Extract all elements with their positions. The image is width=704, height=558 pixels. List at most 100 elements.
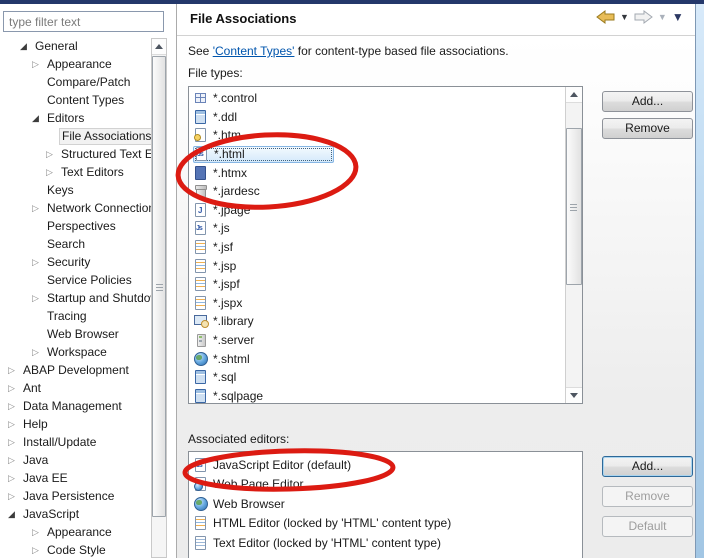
file-type-row-html[interactable]: *.html [191, 145, 565, 164]
sidebar-item-label: Tracing [45, 309, 89, 323]
file-types-scrollbar-thumb[interactable] [566, 128, 582, 285]
sidebar-item-structured-text-editors[interactable]: ▷Structured Text Editors [0, 145, 151, 163]
sidebar-item-editors[interactable]: ◢Editors [0, 109, 151, 127]
file-types-add-button[interactable]: Add... [602, 91, 693, 112]
editor-row-html-editor-locked-by-html-content-type[interactable]: HTML Editor (locked by 'HTML' content ty… [191, 514, 581, 534]
sidebar-item-network-connections[interactable]: ▷Network Connections [0, 199, 151, 217]
file-type-row-ddl[interactable]: *.ddl [191, 108, 565, 127]
forward-menu-icon[interactable]: ▼ [658, 12, 667, 22]
tree-scrollbar-thumb[interactable] [152, 56, 166, 517]
file-type-label: *.sql [213, 370, 236, 384]
forward-arrow-icon[interactable] [634, 10, 653, 24]
sidebar-item-install-update[interactable]: ▷Install/Update [0, 433, 151, 451]
sidebar-item-text-editors[interactable]: ▷Text Editors [0, 163, 151, 181]
sidebar-item-general[interactable]: ◢General [0, 37, 151, 55]
editors-add-button[interactable]: Add... [602, 456, 693, 477]
file-type-row-shtml[interactable]: *.shtml [191, 349, 565, 368]
file-types-scrollbar[interactable] [565, 87, 582, 403]
file-type-row-sql[interactable]: *.sql [191, 368, 565, 387]
expand-icon[interactable]: ▷ [8, 379, 21, 397]
sidebar-item-label: Startup and Shutdown [45, 291, 151, 305]
expand-icon[interactable]: ▷ [8, 361, 21, 379]
selected-file-type[interactable]: *.html [193, 146, 334, 163]
editor-row-javascript-editor-default[interactable]: JavaScript Editor (default) [191, 455, 581, 475]
expand-icon[interactable]: ▷ [8, 397, 21, 415]
editor-row-web-browser[interactable]: Web Browser [191, 494, 581, 514]
scroll-up-icon[interactable] [152, 39, 166, 55]
sidebar-item-java-persistence[interactable]: ▷Java Persistence [0, 487, 151, 505]
expand-icon[interactable]: ▷ [8, 433, 21, 451]
sidebar-item-tracing[interactable]: Tracing [0, 307, 151, 325]
expand-icon[interactable]: ▷ [8, 415, 21, 433]
content-types-link[interactable]: 'Content Types' [213, 44, 295, 58]
expand-icon[interactable]: ▷ [8, 469, 21, 487]
expand-icon[interactable]: ▷ [32, 253, 45, 271]
expand-icon[interactable]: ▷ [46, 163, 59, 181]
sidebar-item-java[interactable]: ▷Java [0, 451, 151, 469]
sidebar-item-abap-development[interactable]: ▷ABAP Development [0, 361, 151, 379]
expand-icon[interactable]: ▷ [32, 523, 45, 541]
sidebar-item-help[interactable]: ▷Help [0, 415, 151, 433]
file-type-row-jsf[interactable]: *.jsf [191, 238, 565, 257]
sidebar-item-label: Java [21, 453, 50, 467]
expand-icon[interactable]: ▷ [32, 55, 45, 73]
expand-icon[interactable]: ▷ [32, 289, 45, 307]
file-type-row-library[interactable]: *.library [191, 312, 565, 331]
sidebar-item-data-management[interactable]: ▷Data Management [0, 397, 151, 415]
sidebar-item-search[interactable]: Search [0, 235, 151, 253]
expand-icon[interactable]: ▷ [32, 343, 45, 361]
scroll-up-icon[interactable] [566, 87, 582, 103]
sidebar-item-perspectives[interactable]: Perspectives [0, 217, 151, 235]
expand-icon[interactable]: ▷ [46, 145, 59, 163]
tree-scrollbar[interactable] [151, 38, 167, 558]
scroll-down-icon[interactable] [566, 387, 582, 403]
sidebar-item-javascript[interactable]: ◢JavaScript [0, 505, 151, 523]
sidebar-item-security[interactable]: ▷Security [0, 253, 151, 271]
sidebar-item-appearance[interactable]: ▷Appearance [0, 55, 151, 73]
back-arrow-icon[interactable] [596, 10, 615, 24]
filter-input[interactable] [3, 11, 164, 32]
sidebar-item-appearance[interactable]: ▷Appearance [0, 523, 151, 541]
sidebar-item-content-types[interactable]: Content Types [0, 91, 151, 109]
editor-row-web-page-editor[interactable]: Web Page Editor [191, 475, 581, 495]
file-type-row-js[interactable]: *.js [191, 219, 565, 238]
sidebar-item-keys[interactable]: Keys [0, 181, 151, 199]
editor-label: Web Page Editor [213, 477, 304, 491]
sidebar-item-compare-patch[interactable]: Compare/Patch [0, 73, 151, 91]
editor-row-text-editor-locked-by-html-content-type[interactable]: Text Editor (locked by 'HTML' content ty… [191, 533, 581, 553]
collapse-icon[interactable]: ◢ [32, 109, 45, 127]
file-type-row-jsp[interactable]: *.jsp [191, 256, 565, 275]
file-type-label: *.library [213, 314, 254, 328]
expand-icon[interactable]: ▷ [8, 487, 21, 505]
file-type-row-htmx[interactable]: *.htmx [191, 163, 565, 182]
file-type-row-control[interactable]: *.control [191, 89, 565, 108]
js-icon [193, 457, 209, 473]
back-menu-icon[interactable]: ▼ [620, 12, 629, 22]
file-type-row-server[interactable]: *.server [191, 331, 565, 350]
sidebar-item-label: General [33, 39, 80, 53]
file-type-row-jpage[interactable]: *.jpage [191, 201, 565, 220]
sidebar-item-startup-and-shutdown[interactable]: ▷Startup and Shutdown [0, 289, 151, 307]
expand-icon[interactable]: ▷ [8, 451, 21, 469]
sidebar-item-label: Code Style [45, 543, 108, 557]
collapse-icon[interactable]: ◢ [20, 37, 33, 55]
file-type-row-sqlpage[interactable]: *.sqlpage [191, 387, 565, 404]
sidebar-item-code-style[interactable]: ▷Code Style [0, 541, 151, 558]
file-type-row-jspx[interactable]: *.jspx [191, 294, 565, 313]
sidebar-item-ant[interactable]: ▷Ant [0, 379, 151, 397]
expand-icon[interactable]: ▷ [32, 199, 45, 217]
view-menu-icon[interactable]: ▼ [672, 12, 684, 22]
file-type-row-htm[interactable]: *.htm [191, 126, 565, 145]
sidebar-item-workspace[interactable]: ▷Workspace [0, 343, 151, 361]
sidebar-item-file-associations[interactable]: File Associations [0, 127, 151, 145]
sidebar-item-web-browser[interactable]: Web Browser [0, 325, 151, 343]
sidebar-item-label: Content Types [45, 93, 126, 107]
file-type-row-jardesc[interactable]: *.jardesc [191, 182, 565, 201]
sidebar-item-service-policies[interactable]: Service Policies [0, 271, 151, 289]
collapse-icon[interactable]: ◢ [8, 505, 21, 523]
expand-icon[interactable]: ▷ [32, 541, 45, 558]
sidebar-item-java-ee[interactable]: ▷Java EE [0, 469, 151, 487]
file-types-remove-button[interactable]: Remove [602, 118, 693, 139]
file-type-row-jspf[interactable]: *.jspf [191, 275, 565, 294]
js-icon [193, 220, 209, 236]
